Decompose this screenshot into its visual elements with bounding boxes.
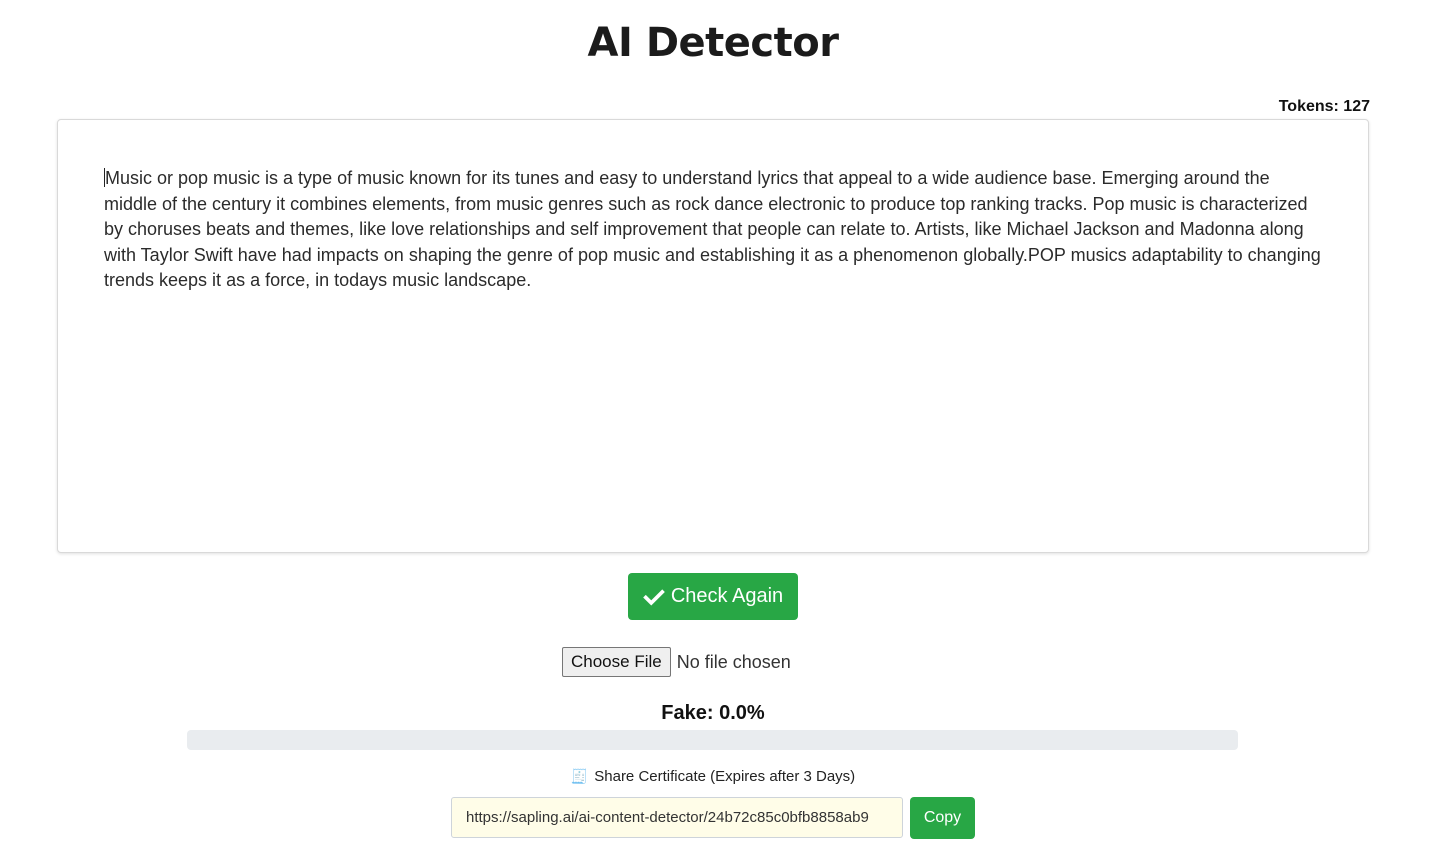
check-again-label: Check Again xyxy=(670,585,784,607)
check-again-button[interactable]: Check Again xyxy=(628,573,798,620)
page-title: AI Detector xyxy=(587,20,839,66)
file-status: No file chosen xyxy=(676,651,791,672)
share-certificate-label: Share Certificate (Expires after 3 Days) xyxy=(594,768,856,785)
page: AI Detector Tokens: 127 Music or pop mus… xyxy=(0,0,1450,868)
share-certificate: 🧾 Share Certificate (Expires after 3 Days… xyxy=(0,768,1426,785)
receipt-icon: 🧾 xyxy=(570,768,589,784)
fake-progress-bar xyxy=(187,730,1238,750)
fake-score: Fake: 0.0% xyxy=(661,702,765,724)
checkmark-icon xyxy=(643,588,665,606)
editor-text: Music or pop music is a type of music kn… xyxy=(104,168,1321,291)
certificate-url-input[interactable] xyxy=(451,797,903,838)
text-editor[interactable]: Music or pop music is a type of music kn… xyxy=(57,119,1369,553)
file-upload: Choose File No file chosen xyxy=(562,647,791,677)
token-count: Tokens: 127 xyxy=(1278,98,1370,115)
copy-button[interactable]: Copy xyxy=(910,797,975,839)
choose-file-button[interactable]: Choose File xyxy=(562,647,671,677)
